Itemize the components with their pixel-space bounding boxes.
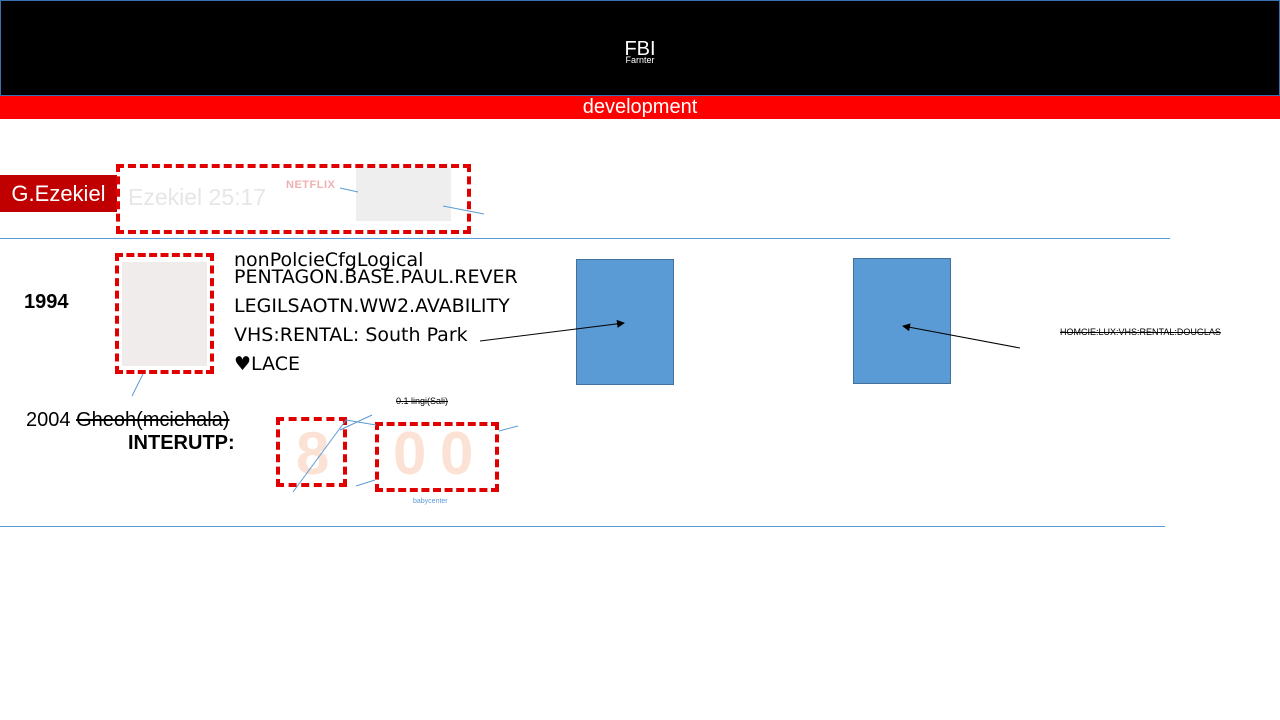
connector-digit-d: [498, 425, 519, 432]
arrow-to-right-box: [902, 323, 1021, 349]
connector-logo: [339, 187, 359, 193]
connector-overlay: [131, 187, 1021, 493]
connector-digit-c: [345, 419, 377, 426]
connector-digit-b: [339, 414, 373, 431]
connector-digit-a: [292, 419, 347, 493]
connector-thumb: [442, 205, 485, 215]
connector-vhs: [131, 373, 144, 397]
connector-digit-e: [355, 479, 376, 487]
arrow-to-left-box: [479, 319, 625, 342]
